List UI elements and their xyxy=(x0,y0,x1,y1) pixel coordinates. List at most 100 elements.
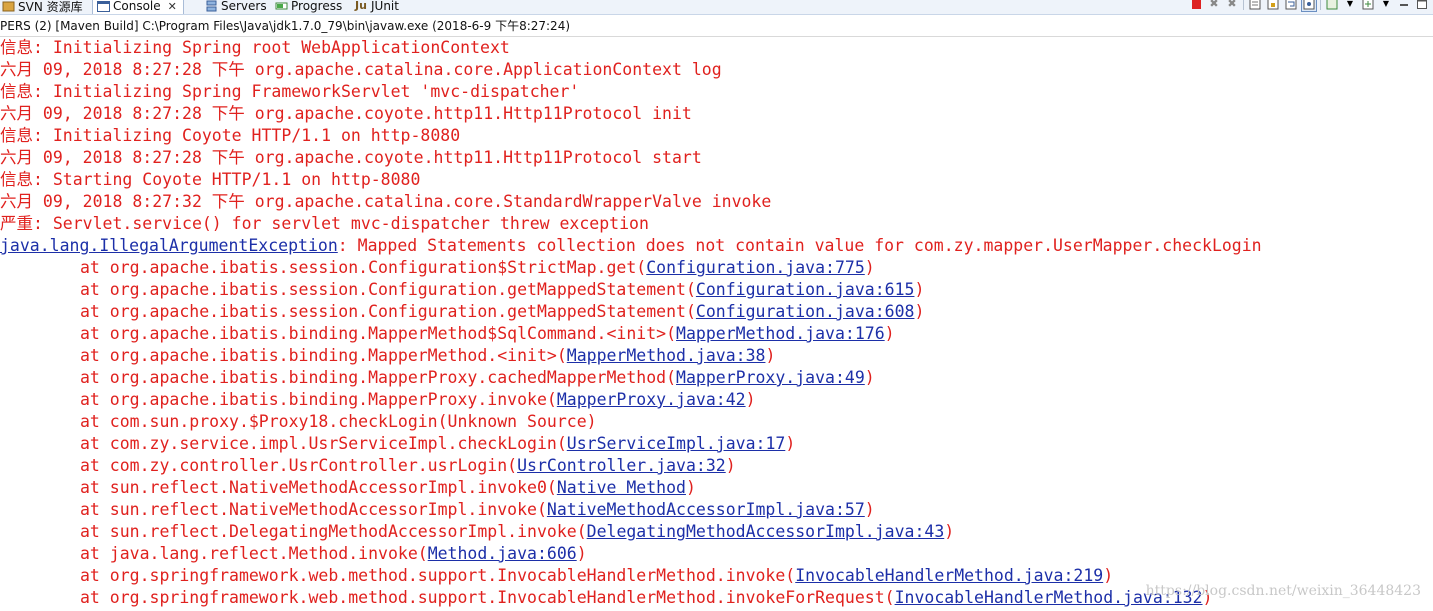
view-tab-bar: SVN 资源库 Console ✕ Servers Progress Ju JU… xyxy=(0,0,1433,15)
stack-frame-method: at com.zy.service.impl.UsrServiceImpl.ch… xyxy=(80,434,567,453)
stack-frame-line: at org.apache.ibatis.binding.MapperProxy… xyxy=(0,389,1433,411)
console-output[interactable]: 信息: Initializing Spring root WebApplicat… xyxy=(0,37,1433,611)
stack-frame-close: ) xyxy=(745,390,756,409)
toolbar-separator xyxy=(1243,0,1244,10)
tab-label: Console xyxy=(113,0,161,13)
stack-frame-method: at sun.reflect.NativeMethodAccessorImpl.… xyxy=(80,478,557,497)
chevron-down-icon[interactable]: ▼ xyxy=(1343,0,1357,11)
stack-frame-line: at org.apache.ibatis.session.Configurati… xyxy=(0,257,1433,279)
minimize-icon[interactable] xyxy=(1397,0,1411,11)
remove-launch-icon[interactable]: ✖ xyxy=(1207,0,1221,11)
stack-frame-source-link[interactable]: DelegatingMethodAccessorImpl.java:43 xyxy=(587,522,945,541)
stack-frame-close: ) xyxy=(765,346,776,365)
stack-frame-method: at com.zy.controller.UsrController.usrLo… xyxy=(80,456,518,475)
exception-line: java.lang.IllegalArgumentException: Mapp… xyxy=(0,235,1433,257)
stack-frame-close: ) xyxy=(576,544,587,563)
stack-frame-source-link[interactable]: NativeMethodAccessorImpl.java:57 xyxy=(547,500,865,519)
svn-repository-icon xyxy=(2,0,15,12)
stack-frame-method: at com.sun.proxy.$Proxy18.checkLogin(Unk… xyxy=(80,412,597,431)
close-icon[interactable]: ✕ xyxy=(168,0,177,13)
junit-icon: Ju xyxy=(355,0,367,12)
stack-frame-method: at sun.reflect.NativeMethodAccessorImpl.… xyxy=(80,500,547,519)
stack-frame-method: at org.apache.ibatis.binding.MapperMetho… xyxy=(80,346,567,365)
open-console-icon[interactable] xyxy=(1361,0,1375,11)
stack-frame-close: ) xyxy=(864,500,875,519)
tab-label: JUnit xyxy=(371,0,399,13)
console-log-line: 信息: Starting Coyote HTTP/1.1 on http-808… xyxy=(0,170,421,189)
console-log-line: 信息: Initializing Coyote HTTP/1.1 on http… xyxy=(0,126,461,145)
stack-frame-method: at java.lang.reflect.Method.invoke( xyxy=(80,544,428,563)
console-log-line: 信息: Initializing Spring root WebApplicat… xyxy=(0,38,510,57)
tab-label: Servers xyxy=(221,0,267,13)
stack-frame-source-link[interactable]: MapperMethod.java:176 xyxy=(676,324,885,343)
stack-frame-source-link[interactable]: MapperProxy.java:49 xyxy=(676,368,865,387)
exception-type-link[interactable]: java.lang.IllegalArgumentException xyxy=(0,236,338,255)
stack-frame-close: ) xyxy=(914,302,925,321)
console-log-line: 六月 09, 2018 8:27:28 下午 org.apache.coyote… xyxy=(0,104,692,123)
console-log-line: 信息: Initializing Spring FrameworkServlet… xyxy=(0,82,580,101)
stack-frame-method: at sun.reflect.DelegatingMethodAccessorI… xyxy=(80,522,587,541)
watermark: https://blog.csdn.net/weixin_36448423 xyxy=(1145,583,1421,599)
stack-frame-line: at sun.reflect.DelegatingMethodAccessorI… xyxy=(0,521,1433,543)
stack-frame-source-link[interactable]: UsrController.java:32 xyxy=(517,456,726,475)
tab-progress[interactable]: Progress xyxy=(275,0,342,14)
stack-frame-close: ) xyxy=(864,258,875,277)
stack-frame-close: ) xyxy=(1103,566,1114,585)
stack-frame-line: at org.apache.ibatis.binding.MapperMetho… xyxy=(0,323,1433,345)
tab-servers[interactable]: Servers xyxy=(205,0,267,14)
scroll-lock-icon[interactable] xyxy=(1266,0,1280,11)
tab-svn-repository[interactable]: SVN 资源库 xyxy=(2,0,83,14)
stack-frame-source-link[interactable]: Configuration.java:615 xyxy=(696,280,915,299)
stack-frame-method: at org.apache.ibatis.binding.MapperProxy… xyxy=(80,390,557,409)
stack-frame-close: ) xyxy=(864,368,875,387)
console-toolbar: ✖ ✖ ▼ ▼ xyxy=(1189,0,1429,12)
stack-frame-close: ) xyxy=(944,522,955,541)
stack-frame-close: ) xyxy=(725,456,736,475)
exception-message: : Mapped Statements collection does not … xyxy=(337,236,1262,255)
tab-junit[interactable]: Ju JUnit xyxy=(355,0,399,14)
stack-frame-method: at org.apache.ibatis.session.Configurati… xyxy=(80,302,696,321)
stack-frame-close: ) xyxy=(884,324,895,343)
stack-frame-method: at org.springframework.web.method.suppor… xyxy=(80,566,796,585)
display-selected-console-icon[interactable] xyxy=(1325,0,1339,11)
remove-all-terminated-icon[interactable]: ✖ xyxy=(1225,0,1239,11)
stack-frame-source-link[interactable]: InvocableHandlerMethod.java:219 xyxy=(795,566,1103,585)
console-log-line: 严重: Servlet.service() for servlet mvc-di… xyxy=(0,214,649,233)
maximize-icon[interactable] xyxy=(1415,0,1429,11)
stack-frame-source-link[interactable]: Method.java:606 xyxy=(428,544,577,563)
clear-console-icon[interactable] xyxy=(1248,0,1262,11)
stack-frame-close: ) xyxy=(785,434,796,453)
stack-frame-source-link[interactable]: Configuration.java:608 xyxy=(696,302,915,321)
launch-description: PERS (2) [Maven Build] C:\Program Files\… xyxy=(0,16,1433,37)
tab-label: SVN 资源库 xyxy=(18,0,83,14)
console-log-line: 六月 09, 2018 8:27:28 下午 org.apache.catali… xyxy=(0,60,722,79)
tab-console[interactable]: Console ✕ xyxy=(92,0,184,14)
stack-frame-line: at org.apache.ibatis.binding.MapperProxy… xyxy=(0,367,1433,389)
stack-frame-line: at com.zy.controller.UsrController.usrLo… xyxy=(0,455,1433,477)
stack-frame-line: at org.apache.ibatis.binding.MapperMetho… xyxy=(0,345,1433,367)
stack-frame-method: at org.apache.ibatis.session.Configurati… xyxy=(80,258,647,277)
word-wrap-icon[interactable] xyxy=(1284,0,1298,11)
stack-frame-line: at sun.reflect.NativeMethodAccessorImpl.… xyxy=(0,499,1433,521)
stack-frame-source-link[interactable]: MapperProxy.java:42 xyxy=(557,390,746,409)
progress-icon xyxy=(275,0,288,12)
stack-frame-method: at org.apache.ibatis.binding.MapperMetho… xyxy=(80,324,677,343)
pin-console-icon[interactable] xyxy=(1301,0,1317,12)
console-icon xyxy=(97,0,110,12)
servers-icon xyxy=(205,0,218,12)
stack-frame-source-link[interactable]: UsrServiceImpl.java:17 xyxy=(567,434,786,453)
stack-frame-line: at java.lang.reflect.Method.invoke(Metho… xyxy=(0,543,1433,565)
chevron-down-icon[interactable]: ▼ xyxy=(1379,0,1393,11)
tab-label: Progress xyxy=(291,0,343,13)
stack-frame-source-link[interactable]: Configuration.java:775 xyxy=(646,258,865,277)
stack-frame-line: at com.sun.proxy.$Proxy18.checkLogin(Unk… xyxy=(0,411,1433,433)
stack-frame-method: at org.apache.ibatis.binding.MapperProxy… xyxy=(80,368,677,387)
stack-frame-line: at sun.reflect.NativeMethodAccessorImpl.… xyxy=(0,477,1433,499)
stack-frame-source-link[interactable]: MapperMethod.java:38 xyxy=(567,346,766,365)
stack-frame-source-link[interactable]: Native Method xyxy=(557,478,686,497)
terminate-icon[interactable] xyxy=(1189,0,1203,11)
stack-frame-method: at org.springframework.web.method.suppor… xyxy=(80,588,895,607)
stack-frame-method: at org.apache.ibatis.session.Configurati… xyxy=(80,280,696,299)
stack-frame-line: at com.zy.service.impl.UsrServiceImpl.ch… xyxy=(0,433,1433,455)
console-log-line: 六月 09, 2018 8:27:32 下午 org.apache.catali… xyxy=(0,192,772,211)
